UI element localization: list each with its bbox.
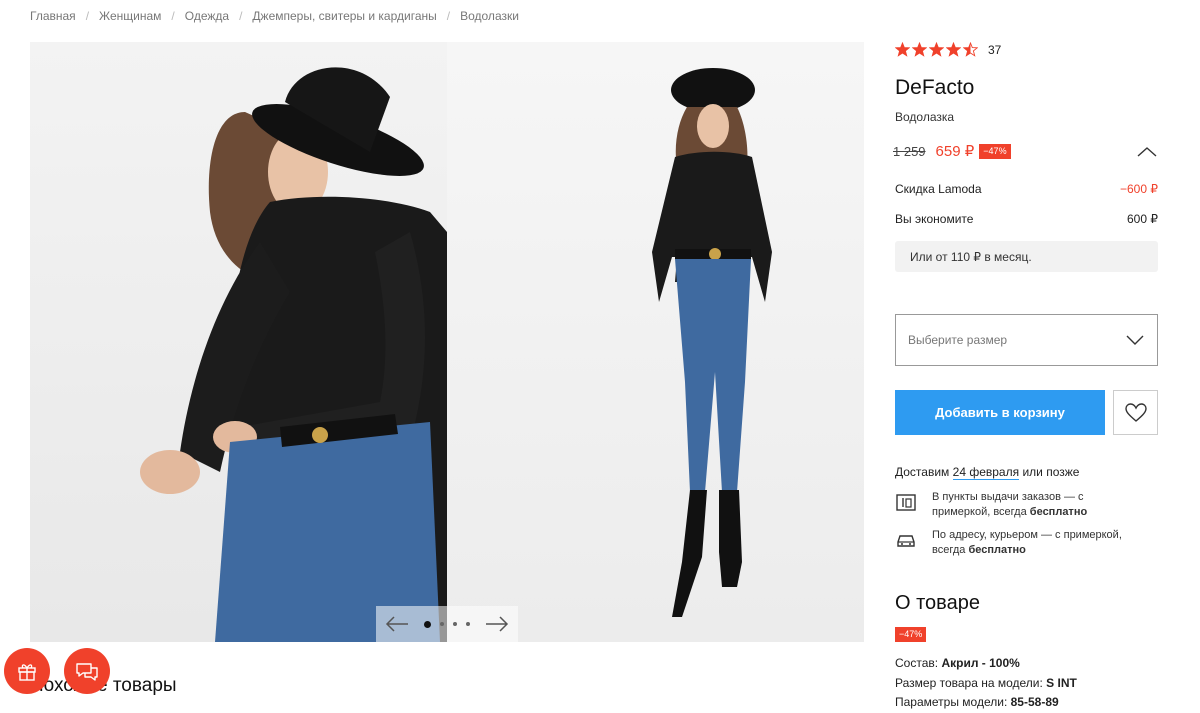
spec-composition: Состав: Акрил - 100% — [895, 656, 1020, 670]
breadcrumb-sweaters[interactable]: Джемперы, свитеры и кардиганы — [252, 9, 436, 23]
delivery-suffix: или позже — [1022, 465, 1080, 479]
favorite-button[interactable] — [1113, 390, 1158, 435]
delivery-date: Доставим 24 февраля или позже — [895, 465, 1080, 480]
price-row: 1 259 659 ₽ −47% — [893, 142, 1011, 160]
breadcrumb-turtlenecks[interactable]: Водолазки — [460, 9, 519, 23]
star-icon — [946, 42, 961, 57]
delivery-free-label: бесплатно — [1029, 506, 1088, 518]
gallery-dots — [424, 620, 470, 628]
chevron-up-icon[interactable] — [1136, 142, 1158, 162]
gift-icon — [18, 664, 36, 681]
gallery-dot[interactable] — [424, 620, 431, 628]
about-title: О товаре — [895, 592, 980, 614]
savings-value: 600 ₽ — [1127, 212, 1158, 226]
gallery-dot[interactable] — [453, 622, 457, 626]
heart-icon — [1124, 402, 1147, 422]
spec-model-params: Параметры модели: 85-58-89 — [895, 695, 1059, 709]
delivery-option-line1: По адресу, курьером — с примеркой, — [932, 529, 1122, 541]
savings-row: Вы экономите 600 ₽ — [895, 212, 1158, 226]
spec-label: Состав: — [895, 656, 939, 670]
product-photo-closeup[interactable] — [30, 42, 447, 642]
size-select[interactable]: Выберите размер — [895, 314, 1158, 366]
breadcrumb-clothing[interactable]: Одежда — [185, 9, 229, 23]
delivery-option-line2: всегда — [932, 544, 966, 556]
breadcrumb-women[interactable]: Женщинам — [99, 9, 161, 23]
spec-label: Параметры модели: — [895, 695, 1008, 709]
lamoda-discount-value: −600 ₽ — [1120, 182, 1158, 196]
gallery-dot[interactable] — [466, 622, 470, 626]
savings-label: Вы экономите — [895, 212, 974, 226]
delivery-option-line2: примеркой, всегда — [932, 506, 1027, 518]
chat-icon — [76, 663, 98, 681]
spec-model-size: Размер товара на модели: S INT — [895, 676, 1077, 690]
gallery-dot[interactable] — [440, 622, 444, 626]
spec-value: S INT — [1046, 676, 1077, 690]
gift-button[interactable] — [4, 648, 50, 694]
about-discount-badge: −47% — [895, 627, 927, 642]
rating-stars — [895, 42, 980, 57]
delivery-option-line1: В пункты выдачи заказов — с — [932, 491, 1084, 503]
star-icon — [963, 42, 978, 57]
product-brand[interactable]: DeFacto — [895, 76, 974, 100]
discount-badge: −47% — [979, 143, 1011, 159]
add-to-cart-button[interactable]: Добавить в корзину — [895, 390, 1105, 435]
gallery-controls — [376, 606, 518, 642]
old-price: 1 259 — [893, 143, 926, 159]
installment-banner[interactable]: Или от 110 ₽ в месяц. — [895, 241, 1158, 272]
delivery-option-courier: По адресу, курьером — с примеркой, всегд… — [895, 528, 1158, 558]
breadcrumb-separator: / — [85, 9, 90, 23]
chevron-down-icon — [1126, 335, 1144, 345]
spec-value: Акрил - 100% — [941, 656, 1020, 670]
pickup-point-icon — [896, 494, 916, 511]
spec-label: Размер товара на модели: — [895, 676, 1043, 690]
product-rating[interactable]: 37 — [895, 42, 1001, 57]
size-select-placeholder: Выберите размер — [908, 333, 1008, 347]
product-gallery[interactable] — [30, 42, 864, 642]
star-icon — [895, 42, 910, 57]
delivery-free-label: бесплатно — [968, 544, 1026, 556]
breadcrumb-separator: / — [171, 9, 175, 23]
courier-car-icon — [897, 535, 915, 547]
lamoda-discount-row: Скидка Lamoda −600 ₽ — [895, 182, 1158, 196]
breadcrumb: Главная / Женщинам / Одежда / Джемперы, … — [30, 8, 519, 24]
delivery-option-pickup: В пункты выдачи заказов — с примеркой, в… — [895, 490, 1158, 520]
breadcrumb-home[interactable]: Главная — [30, 9, 76, 23]
current-price: 659 ₽ — [935, 143, 975, 160]
product-photo-full[interactable] — [447, 42, 864, 642]
star-icon — [929, 42, 944, 57]
delivery-prefix: Доставим — [895, 465, 950, 479]
chat-button[interactable] — [64, 648, 110, 694]
arrow-left-icon[interactable] — [384, 611, 410, 637]
lamoda-discount-label: Скидка Lamoda — [895, 182, 982, 196]
product-type: Водолазка — [895, 110, 955, 124]
star-icon — [912, 42, 927, 57]
delivery-date-link[interactable]: 24 февраля — [952, 465, 1020, 480]
arrow-right-icon[interactable] — [484, 611, 510, 637]
spec-value: 85-58-89 — [1010, 695, 1059, 709]
breadcrumb-separator: / — [446, 9, 451, 23]
rating-count[interactable]: 37 — [988, 43, 1001, 57]
breadcrumb-separator: / — [239, 9, 243, 23]
